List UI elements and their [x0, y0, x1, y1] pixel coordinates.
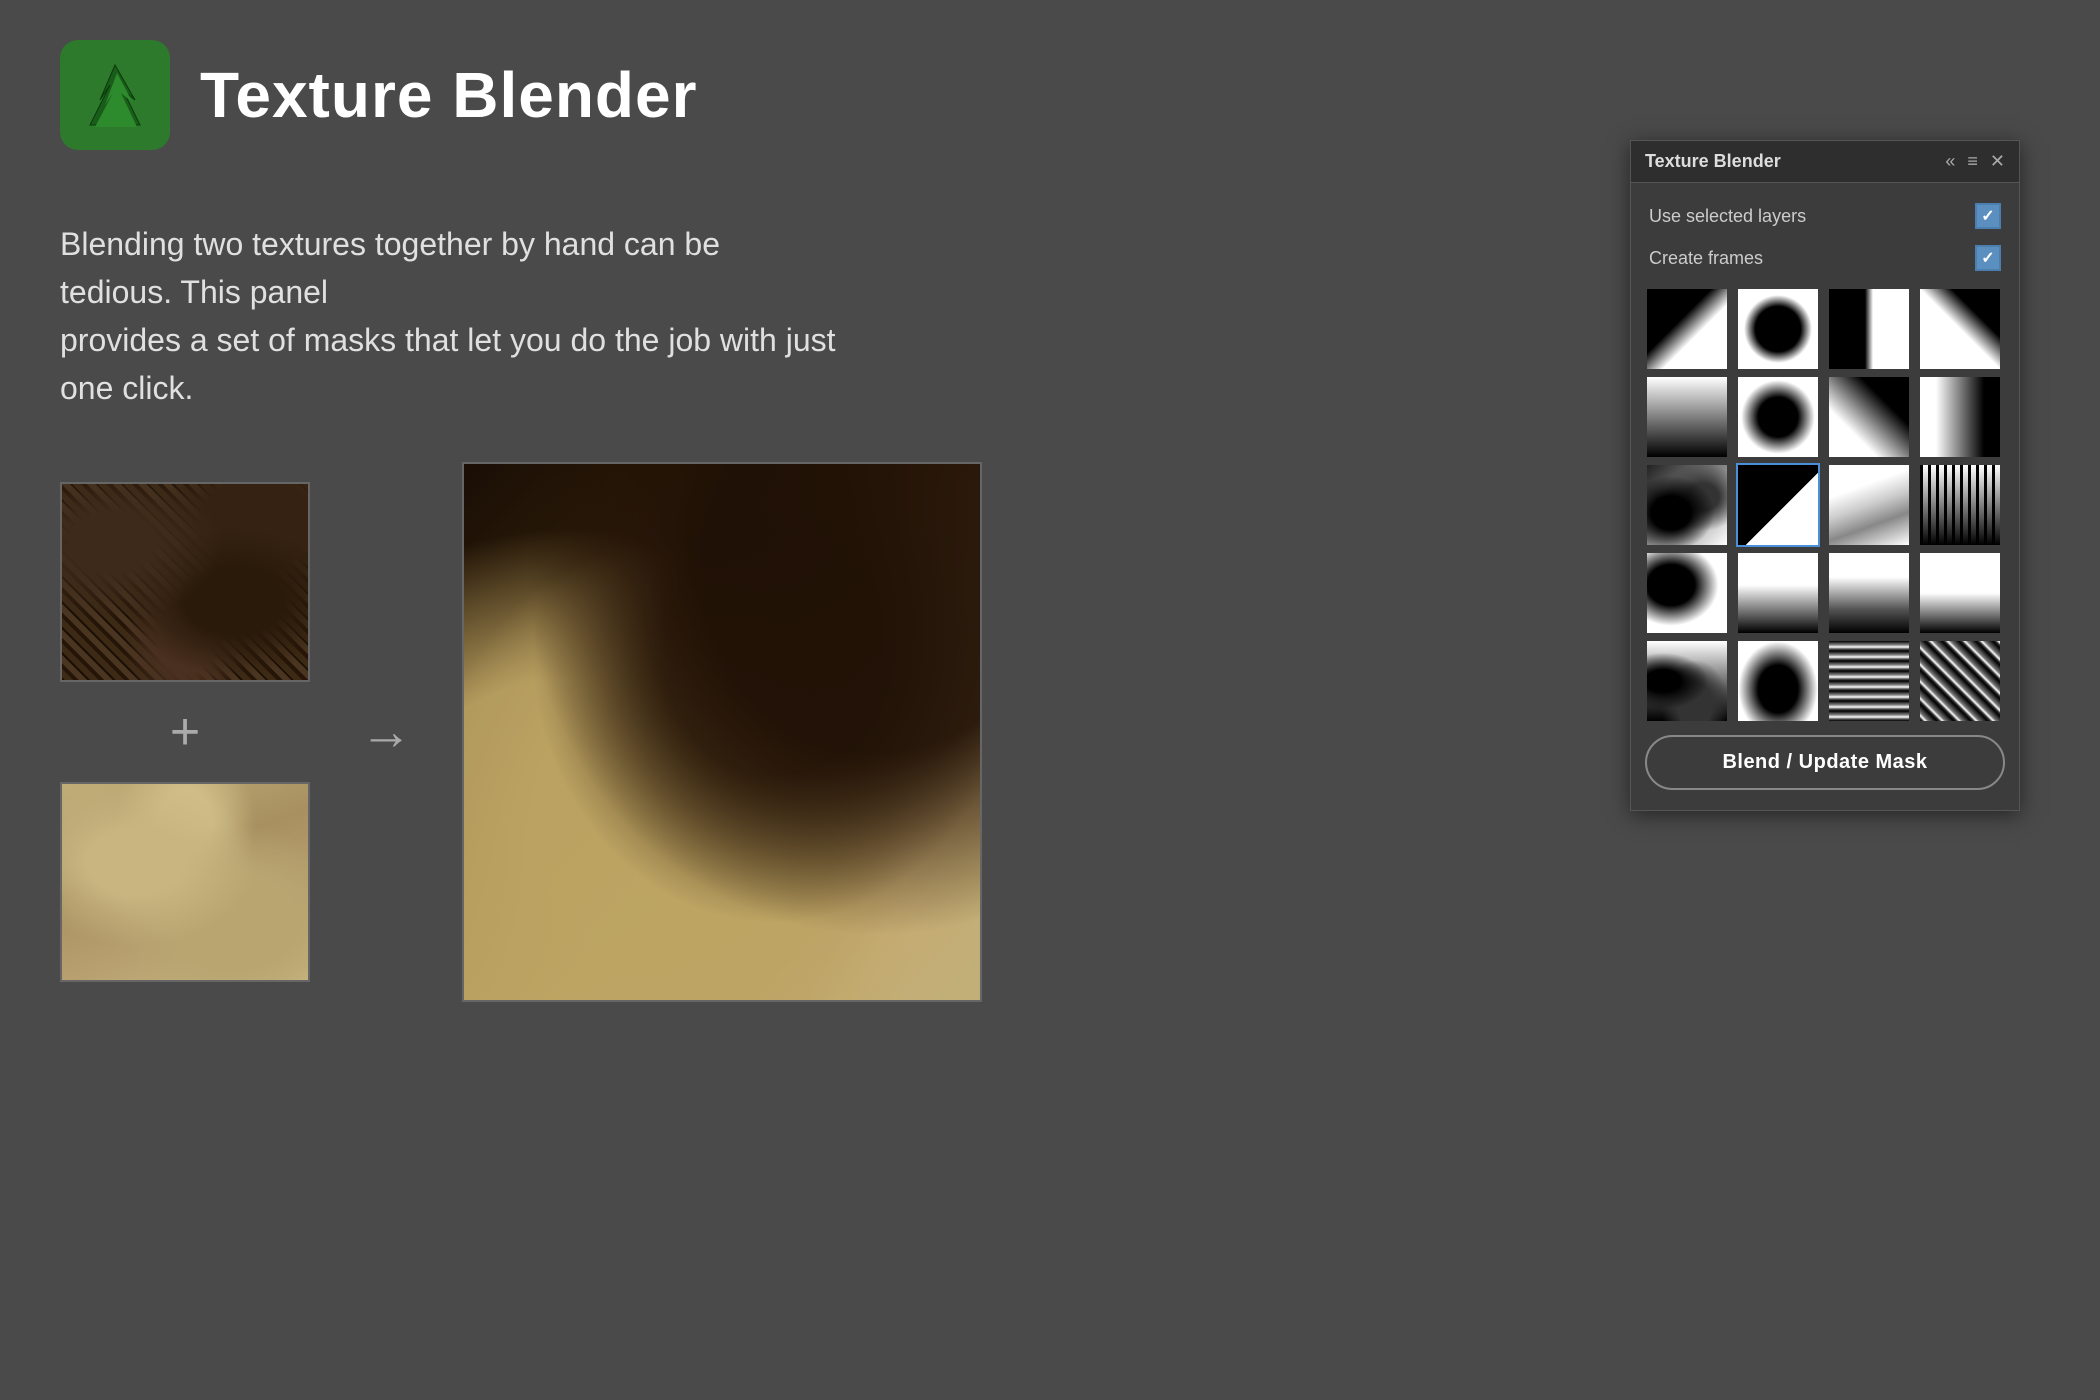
texture-mulch-pattern — [62, 484, 308, 680]
mask-pattern-15 — [1829, 553, 1909, 633]
texture-mulch-thumb — [60, 482, 310, 682]
result-image — [462, 462, 982, 1002]
mask-pattern-8 — [1920, 377, 2000, 457]
mask-grid — [1645, 287, 2005, 723]
texture-sand-pattern — [62, 784, 308, 980]
mask-pattern-9 — [1647, 465, 1727, 545]
arrow-sign: → — [360, 702, 412, 762]
mask-item-16[interactable] — [1918, 551, 2002, 635]
checkbox-check-icon: ✓ — [1981, 206, 1994, 226]
mask-pattern-5 — [1647, 377, 1727, 457]
mask-pattern-4 — [1920, 289, 2000, 369]
option-create-frames-label: Create frames — [1649, 248, 1763, 269]
mask-item-1[interactable] — [1645, 287, 1729, 371]
mask-item-4[interactable] — [1918, 287, 2002, 371]
option-use-selected-layers-label: Use selected layers — [1649, 206, 1806, 227]
mask-pattern-12 — [1920, 465, 2000, 545]
plus-sign: + — [170, 702, 200, 762]
app-description: Blending two textures together by hand c… — [0, 190, 900, 462]
mask-item-20[interactable] — [1918, 639, 2002, 723]
mask-item-19[interactable] — [1827, 639, 1911, 723]
mask-item-7[interactable] — [1827, 375, 1911, 459]
mask-pattern-17 — [1647, 641, 1727, 721]
mask-item-2[interactable] — [1736, 287, 1820, 371]
mask-pattern-14 — [1738, 553, 1818, 633]
create-frames-checkbox[interactable]: ✓ — [1975, 245, 2001, 271]
panel-menu-icon[interactable]: ≡ — [1967, 151, 1978, 172]
mask-pattern-7 — [1829, 377, 1909, 457]
mask-pattern-20 — [1920, 641, 2000, 721]
mask-pattern-19 — [1829, 641, 1909, 721]
mask-item-17[interactable] — [1645, 639, 1729, 723]
panel-close-button[interactable]: ✕ — [1990, 151, 2005, 172]
mask-pattern-2 — [1738, 289, 1818, 369]
blend-update-mask-button[interactable]: Blend / Update Mask — [1645, 735, 2005, 790]
texture-blender-panel: Texture Blender « ≡ ✕ Use selected layer… — [1630, 140, 2020, 811]
app-logo — [60, 40, 170, 150]
mask-item-6[interactable] — [1736, 375, 1820, 459]
texture-sand-thumb — [60, 782, 310, 982]
use-selected-layers-checkbox[interactable]: ✓ — [1975, 203, 2001, 229]
description-text: Blending two textures together by hand c… — [60, 226, 836, 406]
mask-item-13[interactable] — [1645, 551, 1729, 635]
texture-pair: + — [60, 482, 310, 982]
mask-item-11[interactable] — [1827, 463, 1911, 547]
demo-row: + → — [60, 462, 982, 1002]
mask-pattern-6 — [1738, 377, 1818, 457]
panel-controls: « ≡ ✕ — [1945, 151, 2005, 172]
mask-item-9[interactable] — [1645, 463, 1729, 547]
mask-pattern-3 — [1829, 289, 1909, 369]
mask-item-3[interactable] — [1827, 287, 1911, 371]
mask-pattern-18 — [1738, 641, 1818, 721]
mask-item-5[interactable] — [1645, 375, 1729, 459]
panel-body: Use selected layers ✓ Create frames ✓ — [1631, 183, 2019, 810]
mask-item-15[interactable] — [1827, 551, 1911, 635]
panel-back-button[interactable]: « — [1945, 151, 1955, 172]
mask-item-18[interactable] — [1736, 639, 1820, 723]
option-create-frames: Create frames ✓ — [1645, 237, 2005, 279]
checkbox-check-icon-2: ✓ — [1981, 248, 1994, 268]
blended-result — [464, 464, 980, 1000]
app-logo-icon — [75, 55, 155, 135]
mask-item-8[interactable] — [1918, 375, 2002, 459]
mask-item-12[interactable] — [1918, 463, 2002, 547]
app-title: Texture Blender — [200, 58, 698, 132]
option-use-selected-layers: Use selected layers ✓ — [1645, 195, 2005, 237]
panel-titlebar: Texture Blender « ≡ ✕ — [1631, 141, 2019, 183]
mask-item-14[interactable] — [1736, 551, 1820, 635]
mask-pattern-13 — [1647, 553, 1727, 633]
mask-pattern-1 — [1647, 289, 1727, 369]
mask-pattern-16 — [1920, 553, 2000, 633]
panel-title: Texture Blender — [1645, 151, 1781, 172]
mask-pattern-11 — [1829, 465, 1909, 545]
mask-pattern-10 — [1738, 465, 1818, 545]
mask-item-10[interactable] — [1736, 463, 1820, 547]
